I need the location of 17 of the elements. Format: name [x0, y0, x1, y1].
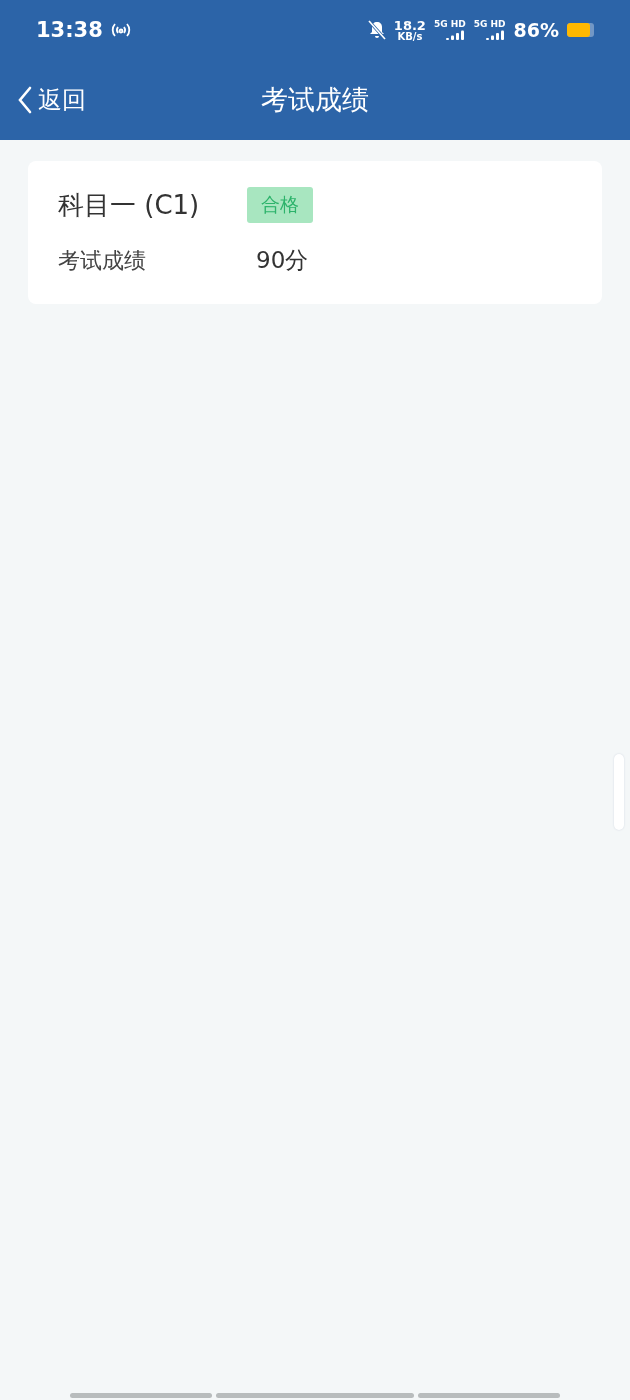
- subject-title: 科目一 (C1): [58, 188, 201, 222]
- hotspot-icon: [110, 22, 131, 38]
- battery-icon: [567, 23, 594, 37]
- network-speed: 18.2: [393, 18, 426, 32]
- score-value: 90分: [256, 246, 309, 275]
- clock: 13:38: [36, 18, 103, 42]
- score-label: 考试成绩: [58, 246, 147, 275]
- network-type: 5G HD: [433, 20, 466, 29]
- battery-percent: 86%: [513, 19, 559, 41]
- speed-unit: KB/s: [397, 31, 423, 42]
- pass-badge: 合格: [247, 187, 313, 223]
- back-button[interactable]: 返回: [18, 84, 86, 116]
- network-type: 5G HD: [473, 20, 506, 29]
- gesture-bar[interactable]: [70, 1393, 560, 1398]
- page-title: 考试成绩: [261, 83, 369, 117]
- chevron-left-icon: [18, 86, 32, 114]
- bell-muted-icon: [367, 20, 386, 40]
